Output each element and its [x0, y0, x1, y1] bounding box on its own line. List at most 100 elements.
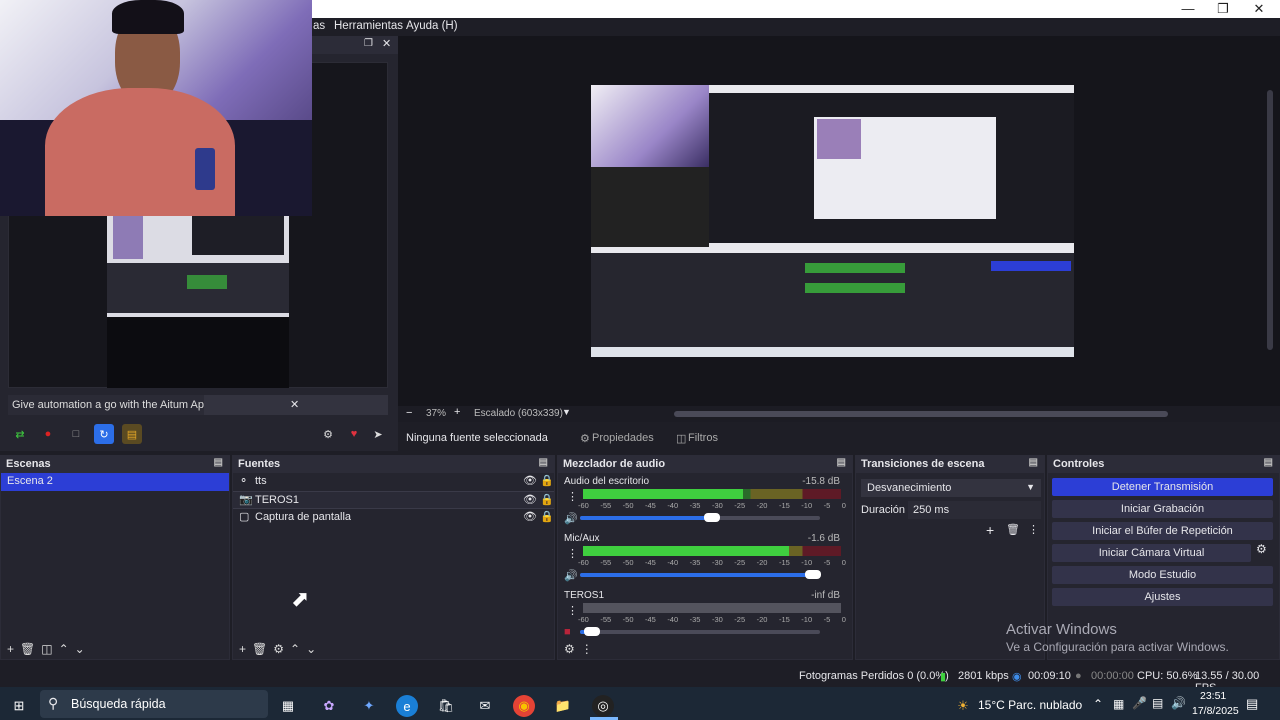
virtual-camera-button[interactable]: Iniciar Cámara Virtual [1052, 544, 1251, 562]
eye-icon[interactable]: 👁 [523, 493, 537, 506]
task-view-icon[interactable]: ▦ [277, 695, 299, 717]
add-icon[interactable]: + [986, 522, 994, 538]
vertical-scrollbar[interactable] [1267, 90, 1273, 350]
duration-input[interactable]: 250 ms [908, 501, 1041, 519]
volume-knob[interactable] [704, 513, 720, 522]
lock-icon[interactable]: 🔒 [540, 510, 554, 523]
transition-select[interactable]: Desvanecimiento ▼ [861, 479, 1041, 497]
notification-icon[interactable]: ▤ [1246, 696, 1258, 712]
heart-icon[interactable]: ♥ [344, 424, 364, 444]
add-icon[interactable]: + [239, 642, 246, 656]
eye-icon[interactable]: 👁 [523, 474, 537, 487]
source-item[interactable]: ⚬ tts 👁 🔒 [233, 473, 554, 491]
chevron-up-icon[interactable]: ⌃ [1093, 697, 1103, 711]
dock-menu-icon[interactable]: ▤ [1264, 457, 1273, 468]
zoom-out-icon[interactable]: − [406, 407, 412, 419]
filters-button[interactable]: Filtros [688, 432, 718, 444]
refresh-icon[interactable]: ↻ [94, 424, 114, 444]
channel-db: -1.6 dB [807, 533, 840, 544]
gear-icon[interactable]: ⚙ [273, 642, 284, 656]
edge-alt-icon[interactable]: ✦ [358, 695, 380, 717]
network-icon[interactable]: ▤ [1152, 696, 1163, 710]
move-up-icon[interactable]: ⌃ [290, 642, 300, 656]
dock-menu-icon[interactable]: ▤ [837, 457, 846, 468]
lock-icon[interactable]: 🔒 [540, 474, 554, 487]
edge-icon[interactable]: e [396, 695, 418, 717]
float-icon[interactable]: ❐ [364, 38, 373, 49]
settings-button[interactable]: Ajustes [1052, 588, 1273, 606]
copilot-icon[interactable]: ✿ [318, 695, 340, 717]
zoom-value: 37% [426, 408, 447, 419]
canvas-inner-preview [709, 93, 1074, 243]
file-explorer-icon[interactable]: 📁 [552, 695, 574, 717]
horizontal-scrollbar[interactable] [674, 411, 1168, 417]
move-down-icon[interactable]: ⌄ [306, 642, 316, 656]
move-down-icon[interactable]: ⌄ [75, 642, 85, 656]
share-icon[interactable]: ➤ [368, 424, 388, 444]
dock-menu-icon[interactable]: ▤ [1029, 457, 1038, 468]
volume-knob[interactable] [584, 627, 600, 636]
mute-icon[interactable]: ■ [564, 626, 571, 638]
store-icon[interactable]: 🛍 [435, 695, 457, 717]
volume-slider[interactable] [580, 627, 820, 636]
gear-icon[interactable]: ⚙ [564, 642, 575, 656]
volume-slider[interactable] [580, 513, 820, 522]
filter-icon[interactable]: ◫ [41, 642, 52, 656]
trash-icon[interactable]: 🗑 [1006, 523, 1020, 536]
windows-start-icon[interactable]: ⊞ [8, 695, 30, 717]
speaker-icon[interactable]: 🔊 [564, 569, 578, 582]
source-toolbar: Ninguna fuente seleccionada ⚙ Propiedade… [398, 426, 1280, 450]
obs-icon[interactable]: ◎ [592, 695, 614, 717]
more-icon[interactable]: ⋮ [1028, 523, 1039, 536]
properties-button[interactable]: Propiedades [592, 432, 654, 444]
preview-canvas[interactable] [591, 85, 1074, 357]
layers-icon[interactable]: ▤ [122, 424, 142, 444]
source-item[interactable]: 📷 TEROS1 👁 🔒 [233, 491, 554, 509]
maximize-button[interactable]: ❐ [1205, 0, 1241, 18]
replay-buffer-button[interactable]: Iniciar el Búfer de Repetición [1052, 522, 1273, 540]
channel-menu-icon[interactable]: ⋮ [567, 490, 578, 503]
weather-text[interactable]: 15°C Parc. nublado [978, 698, 1082, 712]
tray-icon[interactable]: ▦ [1113, 697, 1124, 711]
gear-icon[interactable]: ⚙ [1256, 542, 1267, 556]
move-up-icon[interactable]: ⌃ [59, 642, 69, 656]
microphone-icon[interactable]: 🎤 [1132, 696, 1147, 710]
lock-icon[interactable]: 🔒 [540, 493, 554, 506]
meter-scale: -60 -55 -50 -45 -40 -35 -30 -25 -20 -15 -10 -5 0 [578, 558, 846, 567]
menu-item-help[interactable]: Ayuda (H) [406, 20, 458, 32]
trash-icon[interactable]: 🗑 [20, 642, 35, 656]
minimize-button[interactable]: — [1170, 0, 1206, 18]
volume-knob[interactable] [804, 570, 821, 579]
channel-menu-icon[interactable]: ⋮ [567, 604, 578, 617]
scene-item[interactable]: Escena 2 [1, 473, 229, 491]
close-icon[interactable]: ✕ [290, 398, 299, 411]
record-icon[interactable]: ● [38, 424, 58, 444]
multistream-icon[interactable]: ⇄ [10, 424, 30, 444]
dock-menu-icon[interactable]: ▤ [214, 457, 223, 468]
trash-icon[interactable]: 🗑 [252, 642, 267, 656]
studio-mode-button[interactable]: Modo Estudio [1052, 566, 1273, 584]
close-button[interactable]: ✕ [1241, 0, 1277, 18]
mail-icon[interactable]: ✉ [474, 695, 496, 717]
chevron-down-icon[interactable]: ▼ [562, 407, 571, 417]
menu-item-partial[interactable]: as [313, 20, 325, 32]
eye-icon[interactable]: 👁 [523, 510, 537, 523]
gear-icon[interactable]: ⚙ [318, 424, 338, 444]
dock-menu-icon[interactable]: ▤ [539, 457, 548, 468]
volume-icon[interactable]: 🔊 [1171, 696, 1186, 710]
close-icon[interactable]: ✕ [382, 37, 391, 50]
add-icon[interactable]: + [7, 642, 14, 656]
volume-slider[interactable] [580, 570, 821, 579]
speaker-icon[interactable]: 🔊 [564, 512, 578, 525]
chrome-icon[interactable]: ◉ [513, 695, 535, 717]
more-icon[interactable]: ⋮ [581, 642, 593, 656]
channel-menu-icon[interactable]: ⋮ [567, 547, 578, 560]
stop-icon[interactable]: □ [66, 424, 86, 444]
stop-stream-button[interactable]: Detener Transmisión [1052, 478, 1273, 496]
duration-value: 250 ms [913, 504, 950, 516]
source-item[interactable]: ▢ Captura de pantalla 👁 🔒 [233, 509, 554, 527]
taskbar-search[interactable]: ⚲ Búsqueda rápida [40, 690, 268, 718]
zoom-in-icon[interactable]: + [454, 406, 460, 418]
start-recording-button[interactable]: Iniciar Grabación [1052, 500, 1273, 518]
menu-item-tools[interactable]: Herramientas [334, 20, 403, 32]
